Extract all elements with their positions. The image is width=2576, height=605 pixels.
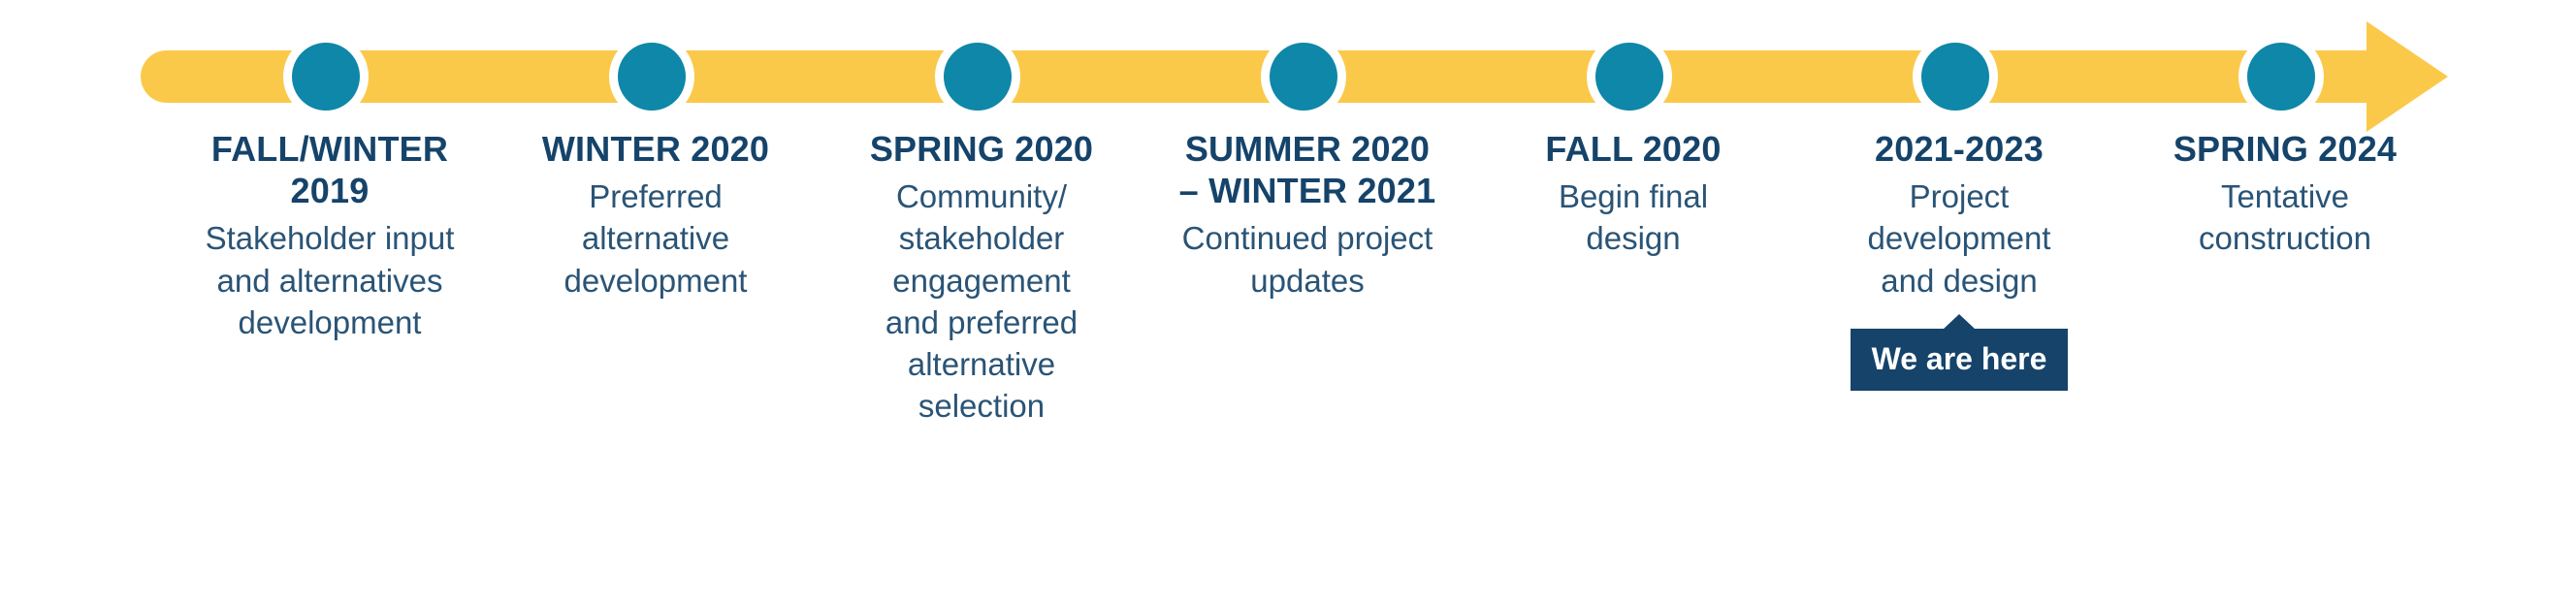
milestone-4: SUMMER 2020 – WINTER 2021 Continued proj… — [1144, 128, 1470, 302]
milestone-7: SPRING 2024 Tentative construction — [2122, 128, 2448, 260]
milestone-description: Continued project updates — [1181, 220, 1433, 299]
milestone-period-label: 2021-2023 — [1875, 129, 2044, 169]
milestone-dot-2 — [618, 43, 686, 111]
milestone-description: Begin final design — [1558, 178, 1709, 257]
milestone-period-label: WINTER 2020 — [541, 129, 770, 169]
milestone-period-label: SPRING 2020 — [869, 129, 1094, 169]
milestone-period-label: FALL/WINTER 2019 — [210, 129, 449, 211]
project-timeline-graphic: FALL/WINTER 2019 Stakeholder input and a… — [0, 0, 2576, 605]
milestone-dot-6 — [1921, 43, 1989, 111]
milestone-description: Stakeholder input and alternatives devel… — [205, 220, 455, 340]
milestone-5: FALL 2020 Begin final design — [1470, 128, 1796, 260]
milestone-dot-5 — [1595, 43, 1663, 111]
milestone-dot-1 — [292, 43, 360, 111]
milestone-2: WINTER 2020 Preferred alternative develo… — [493, 128, 819, 302]
milestone-1: FALL/WINTER 2019 Stakeholder input and a… — [167, 128, 493, 343]
milestone-period-label: SUMMER 2020 – WINTER 2021 — [1178, 129, 1436, 211]
milestone-description: Tentative construction — [2199, 178, 2371, 257]
milestone-3: SPRING 2020 Community/ stakeholder engag… — [819, 128, 1144, 428]
milestone-columns: FALL/WINTER 2019 Stakeholder input and a… — [167, 128, 2446, 428]
we-are-here-label: We are here — [1850, 328, 2069, 391]
milestone-6: 2021-2023 Project development and design… — [1796, 128, 2122, 391]
we-are-here-callout: We are here — [1850, 313, 2069, 391]
milestone-description: Project development and design — [1867, 178, 2051, 299]
milestone-period-label: SPRING 2024 — [2173, 129, 2398, 169]
callout-pointer-icon — [1943, 313, 1976, 330]
milestone-period-label: FALL 2020 — [1545, 129, 1722, 169]
milestone-dot-3 — [944, 43, 1012, 111]
milestone-description: Community/ stakeholder engagement and pr… — [885, 178, 1079, 425]
milestone-dot-7 — [2247, 43, 2315, 111]
milestone-dot-4 — [1270, 43, 1337, 111]
milestone-description: Preferred alternative development — [564, 178, 748, 299]
